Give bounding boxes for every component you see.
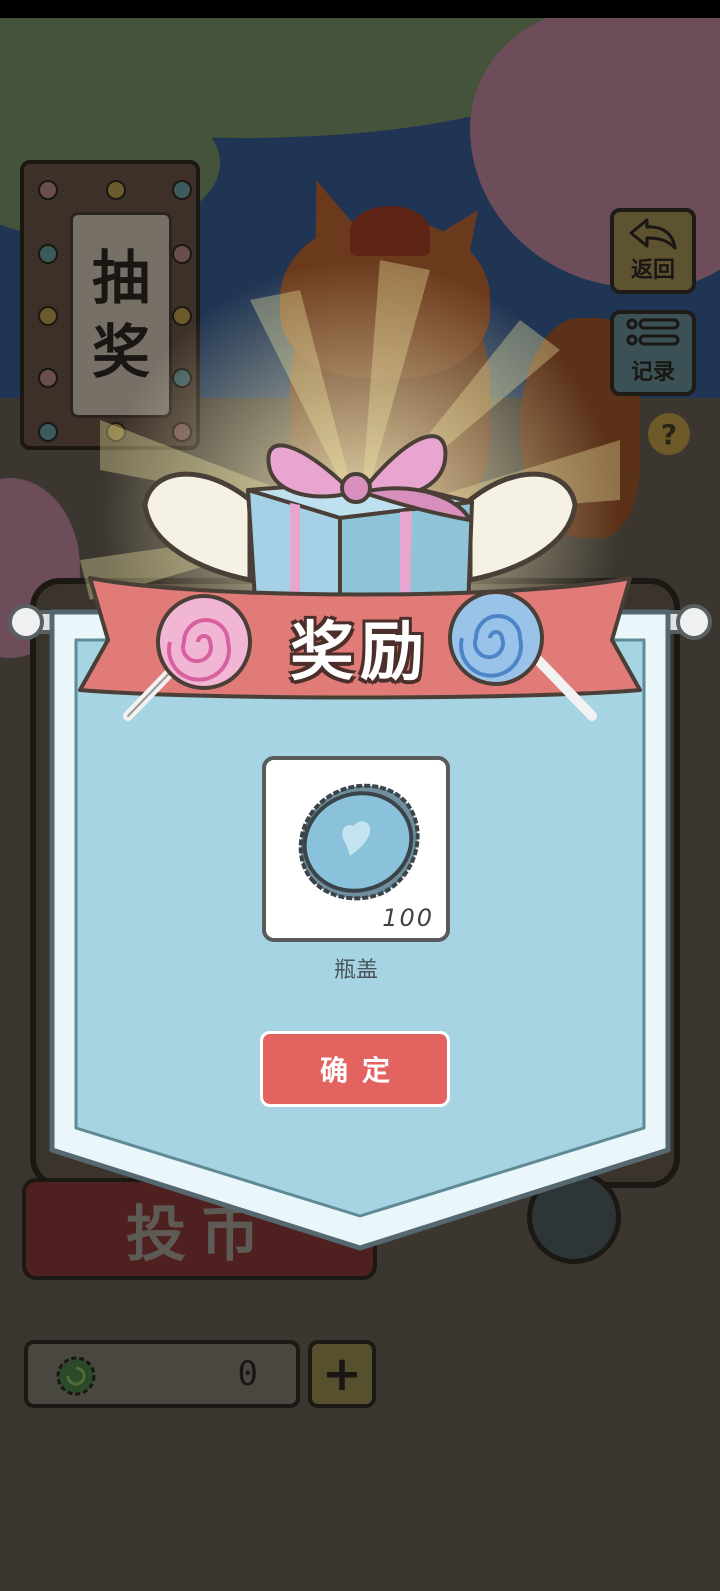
reward-dialog: 奖励 100 瓶盖 确定 <box>0 0 720 1591</box>
reward-item-quantity: 100 <box>382 904 434 932</box>
reward-title: 奖励 <box>290 616 430 690</box>
reward-item-card: 100 <box>262 756 450 942</box>
reward-item-name: 瓶盖 <box>333 958 378 983</box>
bottle-cap-icon <box>298 783 420 901</box>
confirm-button[interactable]: 确定 <box>260 1031 450 1107</box>
